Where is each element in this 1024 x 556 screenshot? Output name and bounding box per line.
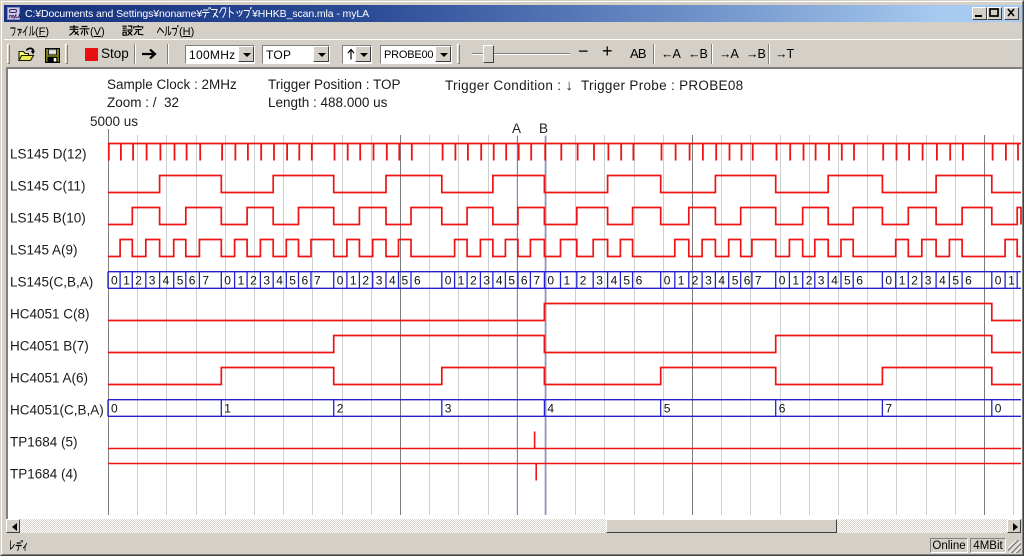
svg-text:B: B (539, 121, 548, 136)
svg-text:2: 2 (135, 274, 142, 288)
svg-text:3: 3 (376, 274, 383, 288)
svg-text:4: 4 (276, 274, 283, 288)
svg-text:A: A (512, 121, 521, 136)
svg-text:7: 7 (314, 274, 321, 288)
svg-text:2: 2 (250, 274, 257, 288)
svg-text:3: 3 (483, 274, 490, 288)
svg-text:1: 1 (678, 274, 685, 288)
svg-text:5: 5 (952, 274, 959, 288)
svg-text:5: 5 (289, 274, 296, 288)
svg-text:3: 3 (818, 274, 825, 288)
svg-text:3: 3 (925, 274, 932, 288)
svg-text:7: 7 (885, 402, 892, 416)
svg-text:LS145 B(10): LS145 B(10) (10, 211, 86, 226)
svg-text:HC4051 B(7): HC4051 B(7) (10, 339, 89, 354)
svg-text:6: 6 (965, 274, 972, 288)
svg-text:3: 3 (149, 274, 156, 288)
svg-text:1: 1 (123, 274, 130, 288)
svg-text:4: 4 (939, 274, 946, 288)
svg-text:0: 0 (885, 274, 892, 288)
svg-text:4: 4 (547, 402, 554, 416)
svg-text:3: 3 (705, 274, 712, 288)
svg-text:0: 0 (547, 274, 554, 288)
svg-text:HC4051 C(8): HC4051 C(8) (10, 307, 90, 322)
svg-text:6: 6 (779, 402, 786, 416)
svg-text:6: 6 (521, 274, 528, 288)
svg-text:4: 4 (163, 274, 170, 288)
svg-text:7: 7 (533, 274, 540, 288)
svg-text:HC4051 A(6): HC4051 A(6) (10, 371, 88, 386)
svg-text:7: 7 (755, 274, 762, 288)
svg-text:0: 0 (111, 402, 118, 416)
svg-text:6: 6 (302, 274, 309, 288)
svg-text:1: 1 (458, 274, 465, 288)
svg-text:5: 5 (402, 274, 409, 288)
svg-text:0: 0 (224, 274, 231, 288)
svg-text:0: 0 (779, 274, 786, 288)
svg-text:1: 1 (238, 274, 245, 288)
svg-text:6: 6 (744, 274, 751, 288)
svg-text:2: 2 (470, 274, 477, 288)
svg-text:0: 0 (995, 274, 1002, 288)
svg-text:7: 7 (202, 274, 209, 288)
svg-text:0: 0 (995, 402, 1002, 416)
svg-text:6: 6 (189, 274, 196, 288)
svg-text:1: 1 (350, 274, 357, 288)
svg-text:2: 2 (806, 274, 813, 288)
svg-text:0: 0 (664, 274, 671, 288)
svg-text:0: 0 (111, 274, 118, 288)
svg-text:6: 6 (636, 274, 643, 288)
svg-text:LS145 C(11): LS145 C(11) (10, 179, 86, 194)
svg-text:4: 4 (718, 274, 725, 288)
svg-text:4: 4 (496, 274, 503, 288)
svg-text:2: 2 (362, 274, 369, 288)
svg-text:1: 1 (1008, 274, 1015, 288)
svg-text:4: 4 (611, 274, 618, 288)
svg-text:5: 5 (732, 274, 739, 288)
svg-text:1: 1 (224, 402, 231, 416)
svg-text:3: 3 (445, 402, 452, 416)
svg-text:2: 2 (911, 274, 918, 288)
svg-text:3: 3 (596, 274, 603, 288)
svg-text:3: 3 (263, 274, 270, 288)
svg-text:5: 5 (844, 274, 851, 288)
svg-text:5000 us: 5000 us (90, 114, 138, 129)
svg-text:TP1684 (5): TP1684 (5) (10, 435, 78, 450)
svg-text:5: 5 (508, 274, 515, 288)
svg-text:2: 2 (692, 274, 699, 288)
svg-text:5: 5 (664, 402, 671, 416)
svg-text:5: 5 (623, 274, 630, 288)
svg-text:0: 0 (337, 274, 344, 288)
svg-text:2: 2 (580, 274, 587, 288)
svg-text:0: 0 (445, 274, 452, 288)
svg-text:1: 1 (792, 274, 799, 288)
svg-text:TP1684 (4): TP1684 (4) (10, 467, 78, 482)
svg-text:2: 2 (337, 402, 344, 416)
svg-text:LS145 D(12): LS145 D(12) (10, 147, 87, 162)
svg-text:HC4051(C,B,A): HC4051(C,B,A) (10, 403, 104, 418)
svg-text:1: 1 (564, 274, 571, 288)
svg-text:LS145 A(9): LS145 A(9) (10, 243, 78, 258)
svg-text:5: 5 (177, 274, 184, 288)
svg-text:4: 4 (389, 274, 396, 288)
svg-text:4: 4 (831, 274, 838, 288)
svg-text:6: 6 (856, 274, 863, 288)
svg-text:1: 1 (899, 274, 906, 288)
svg-text:6: 6 (414, 274, 421, 288)
svg-text:LS145(C,B,A): LS145(C,B,A) (10, 275, 93, 290)
